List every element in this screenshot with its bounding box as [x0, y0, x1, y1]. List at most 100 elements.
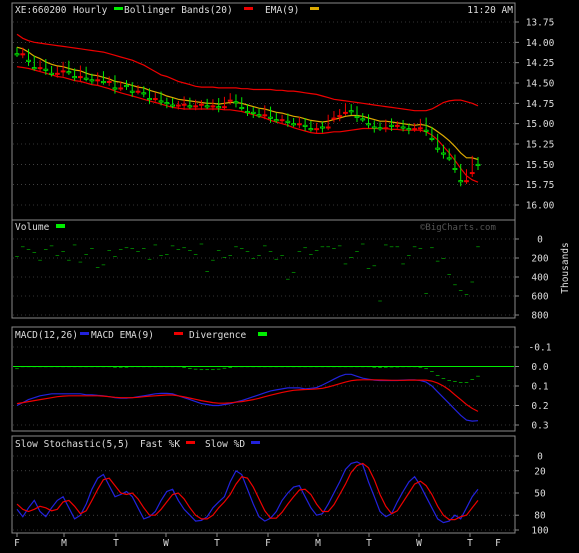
stochastic-tick-label: 0	[537, 452, 543, 463]
volume-bar	[67, 259, 71, 261]
divergence-bar	[38, 366, 42, 368]
volume-bar	[337, 245, 342, 247]
price-tick-label: 15.00	[526, 119, 555, 130]
candle-body	[250, 111, 256, 114]
divergence-bar	[165, 366, 169, 368]
candle-body	[273, 119, 279, 122]
divergence-bar	[153, 366, 158, 368]
candle-body	[210, 105, 216, 108]
divergence-bar	[44, 366, 48, 368]
price-tick-label: 16.00	[526, 201, 555, 212]
candle-body	[366, 123, 371, 126]
divergence-bar	[332, 366, 336, 368]
candle-body	[296, 123, 302, 126]
volume-bar	[314, 250, 319, 251]
candle-body	[389, 124, 394, 127]
volume-bar	[464, 294, 469, 295]
candle-body	[279, 119, 285, 122]
divergence-bar	[366, 366, 371, 368]
divergence-bar	[78, 366, 83, 368]
candle-body	[89, 79, 95, 82]
candle-body	[412, 128, 418, 131]
candle-body	[441, 152, 446, 155]
divergence-legend-label: Divergence	[189, 330, 246, 341]
volume-bar	[124, 247, 129, 249]
volume-bar	[141, 248, 146, 249]
price-tick-label: 13.75	[526, 18, 555, 29]
volume-bar	[395, 246, 400, 248]
candle-body	[262, 114, 268, 117]
divergence-bar	[314, 366, 319, 368]
candle-body	[222, 106, 227, 109]
candle-body	[377, 127, 383, 130]
candle-body	[446, 157, 452, 160]
volume-bar	[38, 259, 42, 261]
volume-bar	[303, 247, 307, 249]
candle-body	[245, 111, 250, 114]
divergence-bar	[20, 366, 25, 368]
divergence-bar	[216, 368, 221, 370]
candle-body	[43, 68, 49, 71]
volume-bar	[118, 249, 123, 250]
candle-body	[423, 129, 429, 132]
volume-bar	[95, 267, 100, 268]
divergence-bar	[193, 368, 198, 370]
divergence-bar	[309, 366, 313, 368]
volume-bar	[412, 246, 417, 248]
candle-body	[124, 85, 129, 88]
stochastic-legend-label: Slow Stochastic(5,5)	[15, 439, 129, 450]
volume-bar	[360, 243, 365, 245]
divergence-bar	[418, 366, 423, 368]
divergence-bar	[435, 375, 440, 376]
volume-bar	[245, 251, 250, 252]
volume-bar	[165, 254, 169, 255]
candle-body	[106, 80, 112, 83]
volume-tick-label: 400	[531, 273, 548, 284]
stochastic-tick-label: 50	[534, 489, 546, 500]
fast-k-legend-swatch	[186, 441, 195, 444]
ema-legend-label: EMA(9)	[265, 5, 299, 16]
volume-bar	[343, 263, 348, 265]
divergence-bar	[15, 368, 19, 370]
bollinger-legend-line	[244, 7, 253, 10]
divergence-bar	[424, 368, 428, 370]
divergence-legend-swatch	[258, 332, 267, 336]
volume-bar	[251, 258, 256, 259]
slow-d-legend-label: Slow %D	[205, 439, 245, 450]
chart-window: 16.00 15.75 15.50 15.25 15.00 14.75 14.50 14.25…	[0, 0, 579, 553]
volume-bar	[130, 248, 135, 249]
volume-bar	[430, 247, 434, 249]
volume-bar	[458, 290, 463, 291]
candle-body	[331, 117, 337, 120]
macd-tick-label: 0.2	[531, 401, 548, 412]
divergence-bar	[90, 366, 94, 368]
x-axis-label: F	[14, 538, 20, 549]
macd-legend-label: MACD(12,26)	[15, 330, 78, 341]
candle-body	[181, 103, 187, 106]
volume-bar	[199, 243, 204, 245]
volume-bar	[453, 284, 457, 286]
divergence-bar	[136, 366, 140, 368]
macd-tick-label: -0.1	[529, 343, 552, 354]
volume-bar	[291, 272, 296, 273]
volume-bar	[234, 246, 238, 248]
macd-tick-label: 0.3	[531, 421, 548, 432]
volume-bar	[239, 248, 244, 249]
volume-bar	[176, 249, 181, 250]
volume-bar	[320, 246, 325, 248]
candle-body	[101, 80, 106, 83]
candle-body	[49, 72, 54, 75]
candle-body	[152, 98, 158, 101]
divergence-bar	[141, 366, 146, 368]
divergence-bar	[297, 366, 302, 368]
volume-bar	[78, 261, 83, 263]
candle-body	[314, 128, 320, 131]
price-tick-label: 15.50	[526, 160, 555, 171]
divergence-bar	[118, 366, 123, 368]
divergence-bar	[124, 366, 129, 368]
volume-bar	[44, 249, 48, 250]
volume-bar	[407, 255, 411, 256]
volume-bar	[193, 254, 198, 255]
volume-bar	[262, 245, 267, 247]
divergence-bar	[372, 366, 377, 368]
